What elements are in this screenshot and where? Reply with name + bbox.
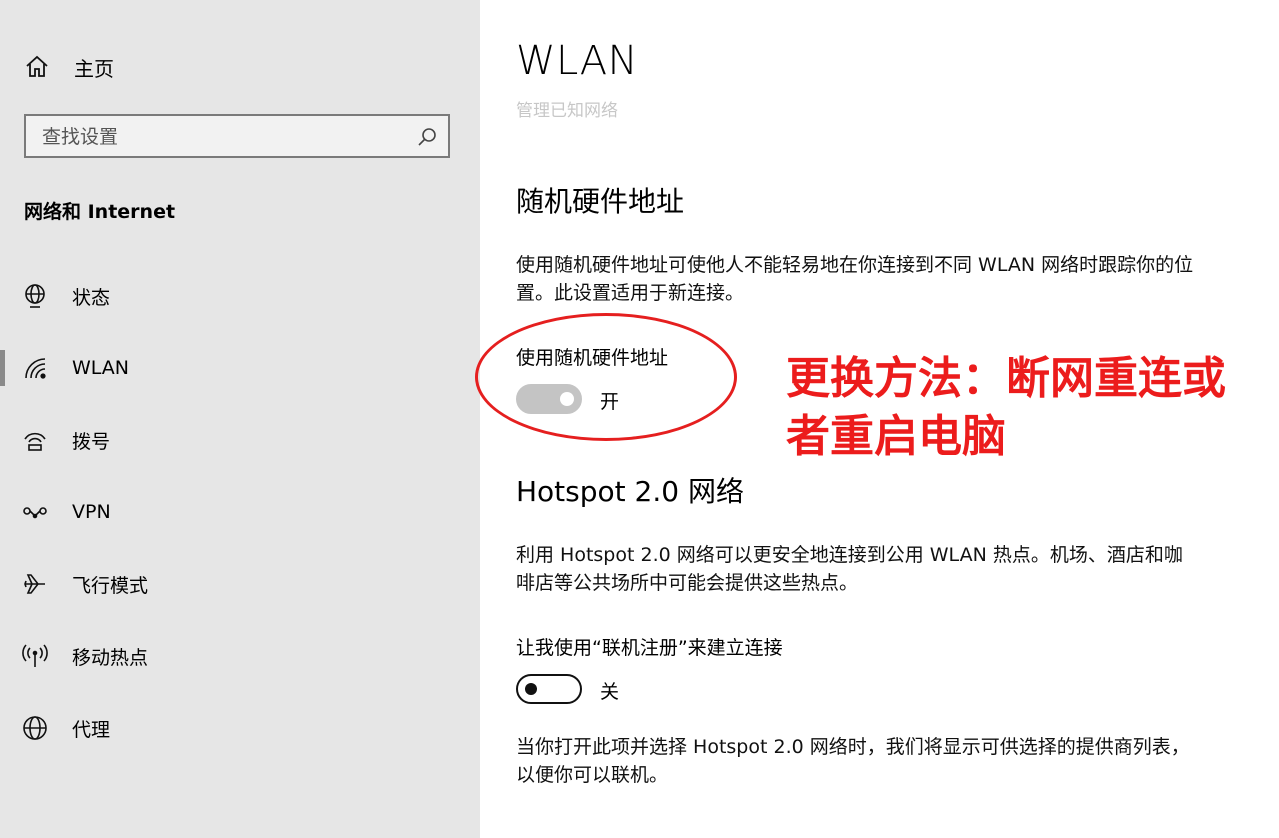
home-nav[interactable]: 主页 xyxy=(24,52,114,82)
sidebar-item-label: VPN xyxy=(72,501,111,523)
dialup-icon xyxy=(24,432,46,451)
random-mac-heading: 随机硬件地址 xyxy=(516,185,685,218)
sidebar-item-status[interactable]: 状态 xyxy=(0,270,480,322)
sidebar-item-airplane-mode[interactable]: 飞行模式 xyxy=(0,558,480,610)
sidebar-item-label: 拨号 xyxy=(72,430,111,453)
selected-indicator xyxy=(0,350,5,386)
hotspot-toggle[interactable] xyxy=(516,674,582,704)
random-mac-description: 使用随机硬件地址可使他人不能轻易地在你连接到不同 WLAN 网络时跟踪你的位置。… xyxy=(516,254,1194,304)
sidebar-item-label: 代理 xyxy=(72,718,111,741)
wifi-icon xyxy=(25,358,46,379)
hotspot-toggle-state: 关 xyxy=(600,681,620,703)
sidebar-item-label: WLAN xyxy=(72,357,130,379)
sidebar-item-wlan[interactable]: WLAN xyxy=(0,342,480,394)
sidebar-item-proxy[interactable]: 代理 xyxy=(0,702,480,754)
sidebar-item-mobile-hotspot[interactable]: 移动热点 xyxy=(0,630,480,682)
sidebar-item-label: 状态 xyxy=(72,286,111,309)
home-icon xyxy=(26,55,48,77)
sidebar-item-label: 飞行模式 xyxy=(72,574,149,597)
annotation-circle xyxy=(475,313,737,441)
search-input[interactable] xyxy=(26,116,424,158)
sidebar: 主页 网络和 Internet 状态 WLAN xyxy=(0,0,480,838)
section-title: 网络和 Internet xyxy=(24,201,176,223)
airplane-icon xyxy=(24,574,45,594)
sidebar-item-vpn[interactable]: VPN xyxy=(0,486,480,538)
hotspot-icon xyxy=(22,644,48,667)
home-label: 主页 xyxy=(74,56,114,81)
hotspot-footer-text: 当你打开此项并选择 Hotspot 2.0 网络时，我们将显示可供选择的提供商列… xyxy=(516,736,1190,786)
status-globe-icon xyxy=(25,284,45,308)
vpn-icon xyxy=(23,507,47,519)
hotspot-toggle-label: 让我使用“联机注册”来建立连接 xyxy=(516,637,783,659)
search-icon[interactable] xyxy=(416,126,438,148)
manage-known-networks-link[interactable]: 管理已知网络 xyxy=(516,96,618,121)
annotation-text: 更换方法：断网重连或者重启电脑 xyxy=(786,353,1226,462)
sidebar-item-label: 移动热点 xyxy=(72,646,149,669)
page-title: WLAN xyxy=(516,38,639,84)
toggle-knob xyxy=(525,683,537,695)
globe-icon xyxy=(23,716,47,740)
hotspot-heading: Hotspot 2.0 网络 xyxy=(516,475,744,508)
hotspot-description: 利用 Hotspot 2.0 网络可以更安全地连接到公用 WLAN 热点。机场、… xyxy=(516,544,1183,594)
search-box[interactable] xyxy=(24,114,450,158)
sidebar-item-dialup[interactable]: 拨号 xyxy=(0,414,480,466)
